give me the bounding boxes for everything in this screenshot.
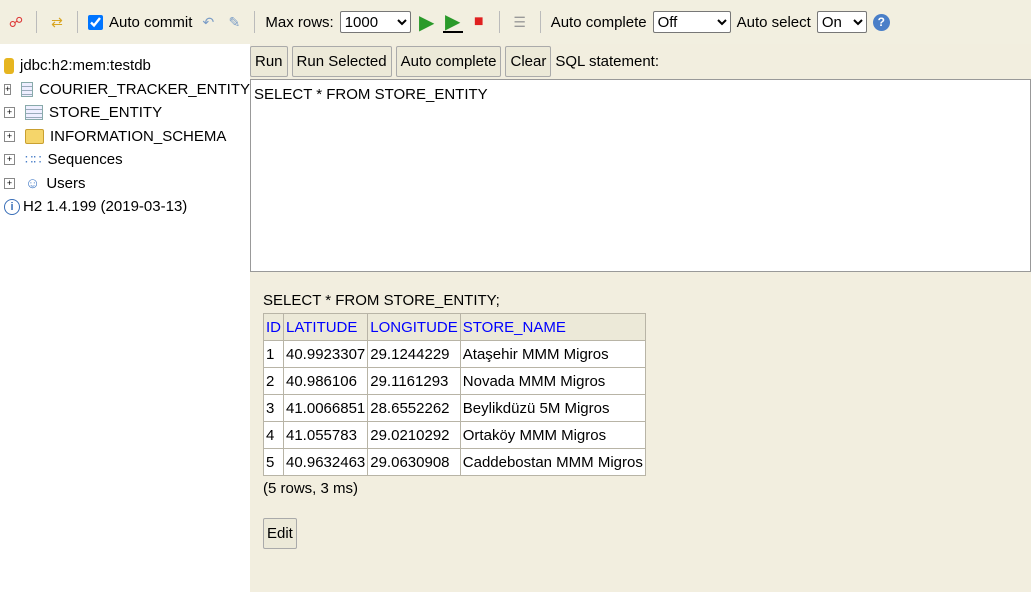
tree-connection[interactable]: jdbc:h2:mem:testdb <box>4 54 250 78</box>
column-header[interactable]: STORE_NAME <box>459 313 646 341</box>
table-cell: 40.9923307 <box>282 340 369 368</box>
table-row: 5 40.9632463 29.0630908 Caddebostan MMM Mig… <box>263 448 646 476</box>
edit-button[interactable]: Edit <box>263 518 297 549</box>
table-cell: 40.986106 <box>282 367 369 395</box>
toolbar: ☍ ⇄ Auto commit ↶ ✎ Max rows: 1000 ▶ ▶ ■… <box>0 0 1031 44</box>
tree-item-courier-tracker-entity[interactable]: + COURIER_TRACKER_ENTITY <box>4 78 250 102</box>
auto-commit-label: Auto commit <box>109 13 193 31</box>
database-icon <box>4 57 14 74</box>
table-row: 3 41.0066851 28.6552262 Beylikdüzü 5M Migro… <box>263 394 646 422</box>
table-cell: Novada MMM Migros <box>459 367 646 395</box>
sql-editor[interactable] <box>250 79 1031 272</box>
table-cell: 1 <box>263 340 284 368</box>
auto-complete-button[interactable]: Auto complete <box>395 46 502 77</box>
table-row: 1 40.9923307 29.1244229 Ataşehir MMM Migros <box>263 340 646 368</box>
run-selected-icon[interactable]: ▶ <box>442 11 463 33</box>
history-icon[interactable]: ☰ <box>510 12 530 32</box>
column-header[interactable]: ID <box>263 313 284 341</box>
expand-icon[interactable]: + <box>4 177 15 189</box>
tree-item-store-entity[interactable]: + STORE_ENTITY <box>4 101 250 125</box>
result-table: ID LATITUDE LONGITUDE STORE_NAME 1 40.992330… <box>263 313 646 476</box>
results: SELECT * FROM STORE_ENTITY; ID LATITUDE LO… <box>263 292 646 549</box>
folder-icon <box>25 128 44 144</box>
table-row: 4 41.055783 29.0210292 Ortaköy MMM Migros <box>263 421 646 449</box>
table-cell: 40.9632463 <box>282 448 369 476</box>
table-cell: 2 <box>263 367 284 395</box>
expand-icon[interactable]: + <box>4 154 15 166</box>
stop-icon[interactable]: ■ <box>469 12 489 32</box>
expand-icon[interactable]: + <box>4 107 15 119</box>
table-cell: Ataşehir MMM Migros <box>459 340 646 368</box>
auto-select-label: Auto select <box>736 13 811 31</box>
separator <box>254 11 256 33</box>
auto-commit-checkbox[interactable] <box>88 14 103 30</box>
table-icon <box>21 81 34 97</box>
users-icon: ☺ <box>25 174 41 192</box>
auto-select-select[interactable]: On <box>816 11 867 33</box>
column-header[interactable]: LATITUDE <box>282 313 369 341</box>
tree-item-users[interactable]: + ☺ Users <box>4 172 250 196</box>
table-cell: Beylikdüzü 5M Migros <box>459 394 646 422</box>
table-cell: Ortaköy MMM Migros <box>459 421 646 449</box>
info-icon: i <box>4 198 20 215</box>
result-summary: (5 rows, 3 ms) <box>263 480 359 497</box>
help-icon[interactable]: ? <box>872 13 890 31</box>
schema-tree-panel: jdbc:h2:mem:testdb + COURIER_TRACKER_ENTI… <box>0 44 250 592</box>
max-rows-label: Max rows: <box>265 13 334 31</box>
table-cell: 29.0630908 <box>367 448 461 476</box>
table-cell: 4 <box>263 421 284 449</box>
run-button[interactable]: Run <box>250 46 288 77</box>
table-cell: 29.1161293 <box>367 367 461 395</box>
auto-complete-label: Auto complete <box>550 13 647 31</box>
expand-icon[interactable]: + <box>4 130 15 142</box>
table-cell: Caddebostan MMM Migros <box>459 448 646 476</box>
query-panel: Run Run Selected Auto complete Clear SQL… <box>250 44 1031 592</box>
version-info: i H2 1.4.199 (2019-03-13) <box>4 195 250 219</box>
rollback-icon[interactable]: ↶ <box>198 12 218 32</box>
table-cell: 28.6552262 <box>367 394 461 422</box>
table-row: 2 40.986106 29.1161293 Novada MMM Migros <box>263 367 646 395</box>
sql-statement-label: SQL statement: <box>555 53 660 70</box>
run-icon[interactable]: ▶ <box>417 12 437 34</box>
table-cell: 29.0210292 <box>367 421 461 449</box>
clear-button[interactable]: Clear <box>505 46 552 77</box>
column-header[interactable]: LONGITUDE <box>367 313 461 341</box>
tree-item-sequences[interactable]: + ∷∷ Sequences <box>4 148 250 172</box>
table-cell: 29.1244229 <box>367 340 461 368</box>
table-icon <box>25 105 43 121</box>
separator <box>498 11 500 33</box>
table-cell: 41.0066851 <box>282 394 369 422</box>
table-cell: 41.055783 <box>282 421 369 449</box>
result-query: SELECT * FROM STORE_ENTITY; <box>263 292 500 309</box>
commit-icon[interactable]: ✎ <box>224 12 244 32</box>
expand-icon[interactable]: + <box>4 83 12 95</box>
refresh-icon[interactable]: ⇄ <box>47 12 67 32</box>
separator <box>77 11 78 33</box>
run-selected-button[interactable]: Run Selected <box>291 46 392 77</box>
tree-item-information-schema[interactable]: + INFORMATION_SCHEMA <box>4 125 250 149</box>
auto-complete-select[interactable]: Off <box>652 11 731 33</box>
disconnect-icon[interactable]: ☍ <box>6 12 26 32</box>
max-rows-select[interactable]: 1000 <box>339 11 411 33</box>
table-cell: 3 <box>263 394 284 422</box>
table-cell: 5 <box>263 448 284 476</box>
sequences-icon: ∷∷ <box>25 151 42 167</box>
separator <box>539 11 541 33</box>
separator <box>36 11 37 33</box>
